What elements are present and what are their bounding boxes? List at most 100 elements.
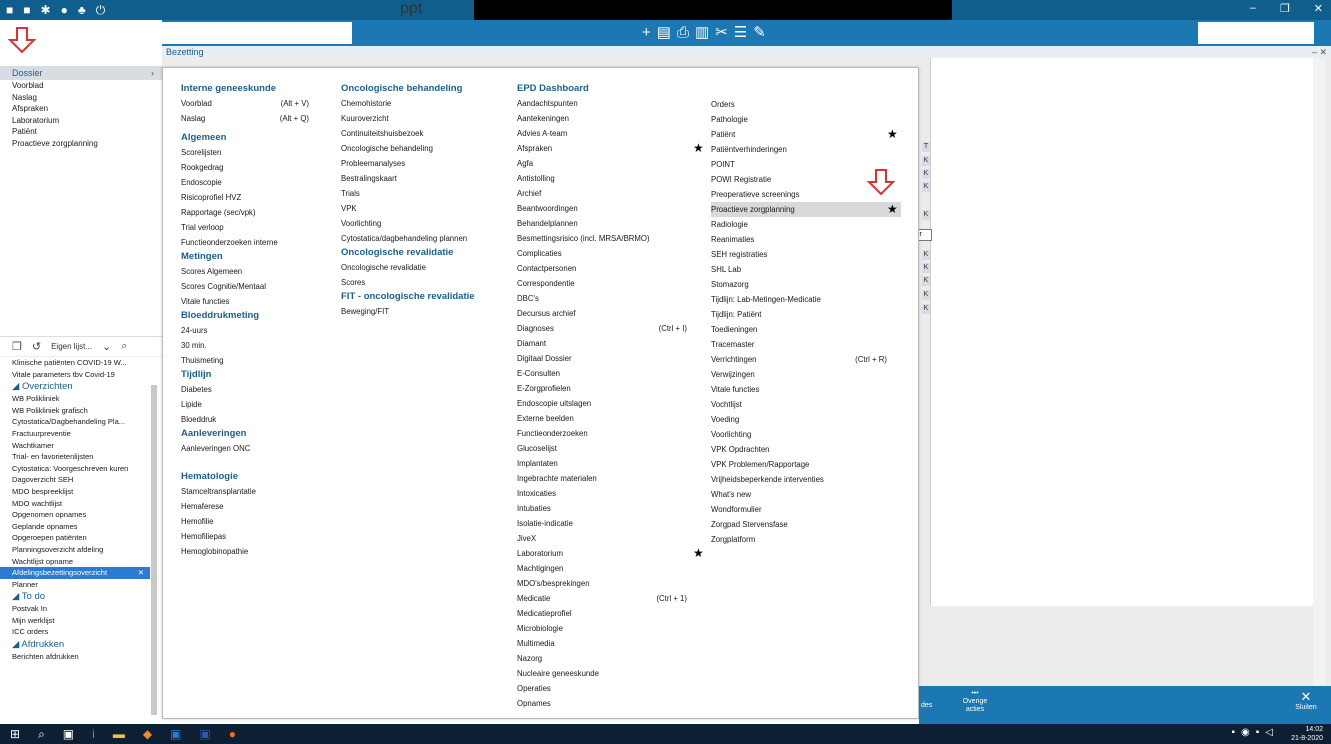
menu-item-jivex[interactable]: JiveX: [517, 531, 693, 546]
menu-item-voorblad[interactable]: Voorblad (Alt + V): [181, 96, 309, 111]
menu-item-mdo-s-besprekingen[interactable]: MDO's/besprekingen: [517, 576, 693, 591]
menu-item-contactpersonen[interactable]: Contactpersonen: [517, 261, 693, 276]
list-item[interactable]: ICC orders: [0, 626, 150, 638]
menu-item-chemohistorie[interactable]: Chemohistorie: [341, 96, 491, 111]
menu-item-vpk[interactable]: VPK: [341, 201, 491, 216]
search-icon[interactable]: ⌕: [38, 726, 45, 742]
menu-item-30-min[interactable]: 30 min.: [181, 338, 309, 353]
info-app-icon[interactable]: i: [92, 726, 95, 742]
menu-item-nazorg[interactable]: Nazorg: [517, 651, 693, 666]
menu-item-rookgedrag[interactable]: Rookgedrag: [181, 160, 309, 175]
menu-item-24-uurs[interactable]: 24-uurs: [181, 323, 309, 338]
menu-item-naslag[interactable]: Naslag (Alt + Q): [181, 111, 309, 126]
list-item[interactable]: Wachtkamer: [0, 440, 150, 452]
menu-item-diabetes[interactable]: Diabetes: [181, 382, 309, 397]
sidebar-item-patient[interactable]: Patiënt: [0, 126, 162, 138]
menu-item-pathologie[interactable]: Pathologie: [711, 112, 901, 127]
chart-icon[interactable]: ▥: [695, 23, 709, 43]
menu-item-trial-verloop[interactable]: Trial verloop: [181, 220, 309, 235]
menu-item-functieonderzoeken[interactable]: Functieonderzoeken: [517, 426, 693, 441]
menu-item-isolatie-indicatie[interactable]: Isolatie-indicatie: [517, 516, 693, 531]
menu-item-aandachtspunten[interactable]: Aandachtspunten: [517, 96, 693, 111]
menu-item-seh-registraties[interactable]: SEH registraties: [711, 247, 901, 262]
print-icon[interactable]: ⎙: [677, 23, 689, 43]
menu-item-continuiteitshuisbezoek[interactable]: Continuiteitshuisbezoek: [341, 126, 491, 141]
section-overzichten[interactable]: ◢ Overzichten: [0, 380, 162, 393]
sidebar-item-afspraken[interactable]: Afspraken: [0, 103, 162, 115]
help-icon[interactable]: ●: [61, 2, 68, 18]
tools-icon[interactable]: ✂: [715, 23, 728, 43]
menu-item-verwijzingen[interactable]: Verwijzingen: [711, 367, 901, 382]
tray-icon[interactable]: ◉: [1241, 727, 1250, 738]
menu-item-glucoselijst[interactable]: Glucoselijst: [517, 441, 693, 456]
menu-item-tracemaster[interactable]: Tracemaster: [711, 337, 901, 352]
menu-item-externe-beelden[interactable]: Externe beelden: [517, 411, 693, 426]
menu-item-shl-lab[interactable]: SHL Lab: [711, 262, 901, 277]
menu-item-archief[interactable]: Archief: [517, 186, 693, 201]
menu-item-toedieningen[interactable]: Toedieningen: [711, 322, 901, 337]
list-item[interactable]: MDO bespreeklijst: [0, 486, 150, 498]
search-field[interactable]: [1198, 22, 1314, 44]
menu-item-reanimaties[interactable]: Reanimaties: [711, 232, 901, 247]
power-icon[interactable]: ⏻: [96, 2, 106, 18]
list-icon[interactable]: ☰: [734, 23, 747, 43]
menu-item-voorlichting[interactable]: Voorlichting: [341, 216, 491, 231]
menu-item-bestralingskaart[interactable]: Bestralingskaart: [341, 171, 491, 186]
star-icon[interactable]: ★: [887, 127, 898, 142]
list-item[interactable]: MDO wachtlijst: [0, 498, 150, 510]
menu-item-vpk-problemen-rapportage[interactable]: VPK Problemen/Rapportage: [711, 457, 901, 472]
menu-item-radiologie[interactable]: Radiologie: [711, 217, 901, 232]
list-item[interactable]: Dagoverzicht SEH: [0, 474, 150, 486]
menu-item-complicaties[interactable]: Complicaties: [517, 246, 693, 261]
menu-item-hemofilie[interactable]: Hemofilie: [181, 514, 309, 529]
menu-item-aanleveringen-onc[interactable]: Aanleveringen ONC: [181, 441, 309, 456]
menu-item-operaties[interactable]: Operaties: [517, 681, 693, 696]
menu-item-agfa[interactable]: Agfa: [517, 156, 693, 171]
menu-item-endoscopie[interactable]: Endoscopie: [181, 175, 309, 190]
explorer-icon[interactable]: ▬: [113, 726, 125, 742]
menu-item-intoxicaties[interactable]: Intoxicaties: [517, 486, 693, 501]
word-icon[interactable]: ▣: [199, 726, 210, 742]
history-icon[interactable]: ↺: [32, 340, 41, 353]
menu-item-e-consulten[interactable]: E-Consulten: [517, 366, 693, 381]
chevron-down-icon[interactable]: ⌄: [102, 340, 111, 353]
list-item[interactable]: WB Polikliniek grafisch: [0, 405, 150, 417]
menu-item-scores-cognitie-mentaal[interactable]: Scores Cognitie/Mentaal: [181, 279, 309, 294]
menu-item-vochtlijst[interactable]: Vochtlijst: [711, 397, 901, 412]
app-icon[interactable]: ◆: [143, 726, 152, 742]
add-icon[interactable]: +: [642, 23, 651, 43]
menu-item-verrichtingen[interactable]: Verrichtingen (Ctrl + R): [711, 352, 901, 367]
menu-item-behandelplannen[interactable]: Behandelplannen: [517, 216, 693, 231]
sidebar-item-laboratorium[interactable]: Laboratorium: [0, 115, 162, 127]
list-item[interactable]: Mijn werklijst: [0, 615, 150, 627]
list-item[interactable]: Klinische patiënten COVID-19 W...: [0, 357, 150, 369]
menu-item-afspraken[interactable]: Afspraken ★: [517, 141, 704, 156]
tray-icon[interactable]: ▪: [1256, 727, 1260, 738]
patient-field[interactable]: [162, 22, 352, 44]
menu-item-diamant[interactable]: Diamant: [517, 336, 693, 351]
menu-item-scores[interactable]: Scores: [341, 275, 491, 290]
star-icon[interactable]: ★: [693, 546, 704, 561]
section-todo[interactable]: ◢ To do: [0, 590, 162, 603]
restore-icon[interactable]: ❐: [1280, 2, 1290, 15]
menu-item-antistolling[interactable]: Antistolling: [517, 171, 693, 186]
sidebar-item-proactieve[interactable]: Proactieve zorgplanning: [0, 138, 162, 150]
menu-item-advies-a-team[interactable]: Advies A-team: [517, 126, 693, 141]
menu-item-risicoprofiel-hvz[interactable]: Risicoprofiel HVZ: [181, 190, 309, 205]
list-item[interactable]: Opgeroepen patiënten: [0, 532, 150, 544]
menu-item-decursus-archief[interactable]: Decursus archief: [517, 306, 693, 321]
outlook-icon[interactable]: ▣: [170, 726, 181, 742]
menu-item-pati-nt[interactable]: Patiënt ★: [711, 127, 901, 142]
menu-item-stomazorg[interactable]: Stomazorg: [711, 277, 901, 292]
list-item[interactable]: Planner: [0, 579, 150, 591]
menu-item-endoscopie-uitslagen[interactable]: Endoscopie uitslagen: [517, 396, 693, 411]
menu-item-diagnoses[interactable]: Diagnoses (Ctrl + I): [517, 321, 693, 336]
list-item[interactable]: Wachtlijst opname: [0, 556, 150, 568]
menu-item-kuuroverzicht[interactable]: Kuuroverzicht: [341, 111, 491, 126]
menu-item-zorgplatform[interactable]: Zorgplatform: [711, 532, 901, 547]
menu-item-vpk-opdrachten[interactable]: VPK Opdrachten: [711, 442, 901, 457]
menu-item-wondformulier[interactable]: Wondformulier: [711, 502, 901, 517]
firefox-icon[interactable]: ●: [229, 726, 236, 742]
menu-item-hemaferese[interactable]: Hemaferese: [181, 499, 309, 514]
list-item[interactable]: WB Polikliniek: [0, 393, 150, 405]
